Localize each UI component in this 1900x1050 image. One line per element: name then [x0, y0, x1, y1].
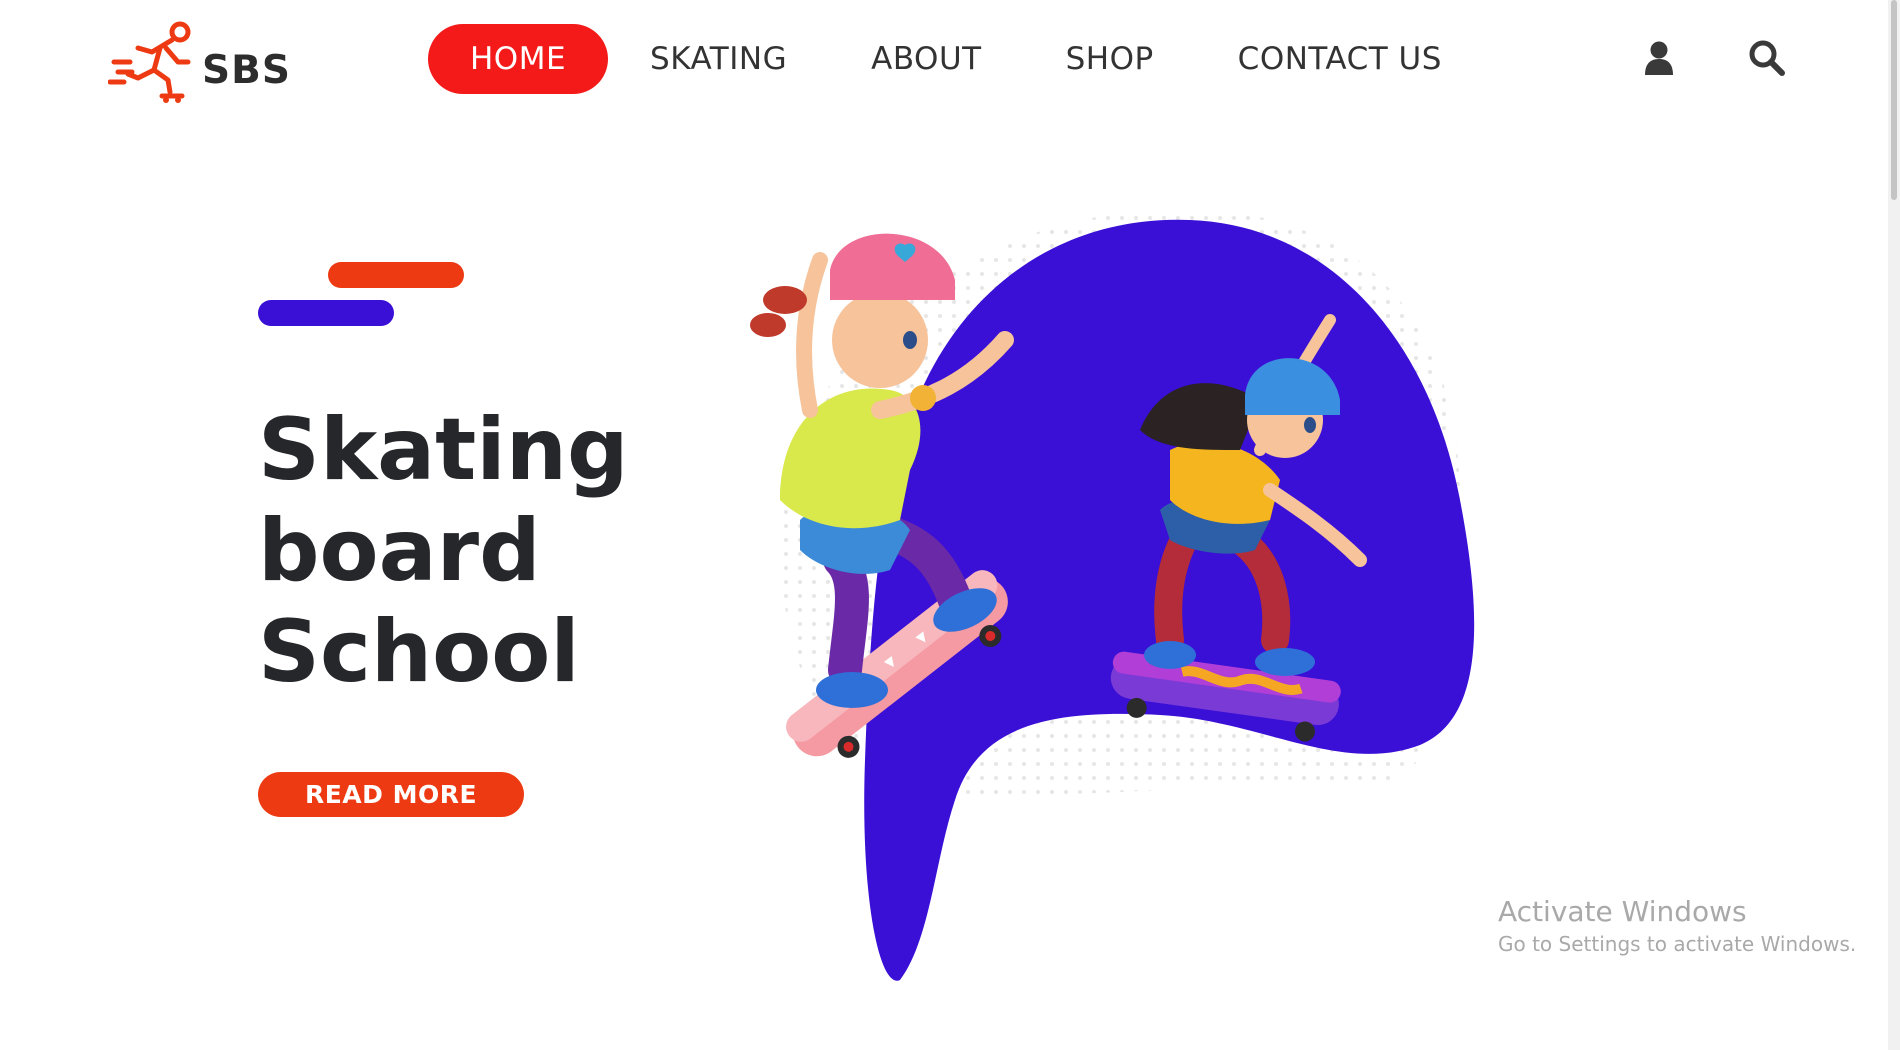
read-more-button[interactable]: READ MORE	[258, 772, 524, 817]
nav-contact-us[interactable]: CONTACT US	[1196, 24, 1484, 94]
site-header: SBS HOME SKATING ABOUT SHOP CONTACT US	[0, 0, 1900, 120]
skater-logo-icon	[108, 21, 191, 103]
brand-name: SBS	[202, 47, 291, 93]
user-icon[interactable]	[1638, 36, 1680, 80]
brand-logo[interactable]: SBS	[108, 16, 298, 106]
hero-illustration	[750, 209, 1475, 981]
windows-activation-watermark: Activate Windows Go to Settings to activ…	[1498, 894, 1856, 958]
hero-title-line-1: Skating	[258, 400, 629, 500]
nav-skating[interactable]: SKATING	[608, 24, 829, 94]
decor-bar-purple	[258, 300, 394, 326]
watermark-subtitle: Go to Settings to activate Windows.	[1498, 932, 1857, 956]
watermark-title: Activate Windows	[1498, 895, 1747, 928]
hero-title-line-3: School	[258, 602, 580, 702]
scrollbar-thumb[interactable]	[1891, 0, 1897, 200]
search-icon[interactable]	[1746, 36, 1788, 80]
nav-shop[interactable]: SHOP	[1024, 24, 1196, 94]
hero-title: Skating board School	[258, 400, 698, 703]
header-actions	[1638, 36, 1788, 80]
nav-about[interactable]: ABOUT	[829, 24, 1023, 94]
main-nav: HOME SKATING ABOUT SHOP CONTACT US	[428, 24, 1484, 94]
decorative-bars	[258, 262, 478, 332]
decor-bar-orange	[328, 262, 464, 288]
page-scrollbar[interactable]	[1888, 0, 1900, 1050]
hero-title-line-2: board	[258, 501, 541, 601]
nav-home[interactable]: HOME	[428, 24, 609, 94]
